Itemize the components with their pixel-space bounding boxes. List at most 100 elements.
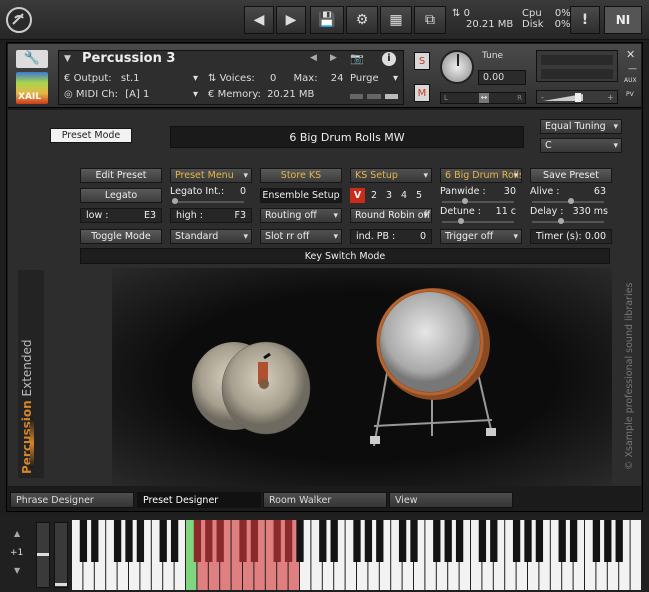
ks-setup-dropdown[interactable]: KS Setup [350, 168, 432, 183]
tune-value[interactable]: 0.00 [478, 70, 526, 85]
aux-button[interactable]: AUX [624, 77, 637, 84]
voice-5-button[interactable]: 5 [413, 190, 425, 201]
tune-knob[interactable] [440, 50, 474, 84]
pan-slider[interactable]: L ↔ R [440, 92, 526, 104]
black-key[interactable] [353, 520, 361, 562]
pitch-wheel[interactable] [36, 522, 50, 588]
purge-dropdown[interactable]: Purge ▾ [350, 73, 398, 84]
black-key[interactable] [330, 520, 338, 562]
pan-handle[interactable]: ↔ [479, 93, 489, 103]
black-key[interactable] [478, 520, 487, 562]
octave-down-icon[interactable]: ▼ [14, 566, 20, 575]
black-key[interactable] [615, 520, 623, 562]
round-robin-dropdown[interactable]: Round Robin off [350, 208, 432, 223]
black-key[interactable] [273, 520, 281, 562]
routing-dropdown[interactable]: Routing off [260, 208, 342, 223]
black-key[interactable] [592, 520, 601, 562]
black-key[interactable] [91, 520, 99, 562]
save-preset-button[interactable]: Save Preset [530, 168, 612, 183]
edit-preset-button[interactable]: Edit Preset [80, 168, 162, 183]
black-key[interactable] [535, 520, 544, 562]
midi-row[interactable]: ◎ MIDI Ch: [A] 1 ▾ [64, 89, 198, 100]
collapse-icon[interactable]: ▼ [64, 54, 71, 64]
standard-dropdown[interactable]: Standard [170, 229, 252, 244]
gear-icon[interactable]: ⚙ [346, 6, 378, 34]
max-value[interactable]: 24 [331, 73, 344, 84]
camera-icon[interactable]: 📷 [350, 52, 364, 65]
volume-slider[interactable]: - + [536, 90, 618, 104]
minimize-view-icon[interactable]: ⧉ [414, 6, 446, 34]
instrument-name[interactable]: Percussion 3 [82, 51, 175, 66]
voice-4-button[interactable]: 4 [398, 190, 410, 201]
prev-instrument-button[interactable]: ◀ [244, 6, 274, 34]
mod-wheel[interactable] [54, 522, 68, 588]
tab-view[interactable]: View [389, 492, 513, 508]
preset-mode-button[interactable]: Preset Mode [50, 128, 132, 143]
black-key[interactable] [136, 520, 145, 562]
high-key-field[interactable]: high : F3 [170, 208, 252, 223]
slot-rr-dropdown[interactable]: Slot rr off [260, 229, 342, 244]
layout-icon[interactable]: ▦ [380, 6, 412, 34]
legato-intensity-slider[interactable]: Legato Int.: 0 [170, 186, 252, 204]
black-key[interactable] [170, 520, 179, 562]
black-key[interactable] [113, 520, 122, 562]
black-key[interactable] [433, 520, 441, 562]
ensemble-setup-button[interactable]: Ensemble Setup [260, 188, 342, 203]
store-ks-button[interactable]: Store KS [260, 168, 342, 183]
black-key[interactable] [604, 520, 612, 562]
close-icon[interactable]: ✕ [626, 48, 635, 61]
solo-button[interactable]: S [414, 52, 430, 70]
next-instrument-button[interactable]: ▶ [276, 6, 306, 34]
black-key[interactable] [512, 520, 521, 562]
black-key[interactable] [490, 520, 498, 562]
black-key[interactable] [79, 520, 88, 562]
black-key[interactable] [159, 520, 167, 562]
trigger-dropdown[interactable]: Trigger off [440, 229, 522, 244]
low-key-field[interactable]: low : E3 [80, 208, 162, 223]
piano-keyboard[interactable] [72, 520, 642, 590]
key-dropdown[interactable]: C [540, 138, 622, 153]
black-key[interactable] [193, 520, 202, 562]
pv-button[interactable]: PV [626, 91, 634, 98]
white-key[interactable] [630, 520, 641, 590]
output-row[interactable]: € Output: st.1 ▾ [64, 73, 198, 84]
black-key[interactable] [558, 520, 566, 562]
black-key[interactable] [125, 520, 133, 562]
tab-phrase-designer[interactable]: Phrase Designer [10, 492, 134, 508]
next-arrow-icon[interactable]: ▶ [330, 53, 337, 63]
black-key[interactable] [455, 520, 464, 562]
octave-up-icon[interactable]: ▲ [14, 529, 20, 538]
black-key[interactable] [205, 520, 213, 562]
wrench-icon[interactable]: 🔧 [16, 50, 48, 68]
collapse-instrument-icon[interactable]: — [628, 64, 637, 74]
delay-slider[interactable]: Delay : 330 ms [530, 206, 612, 224]
legato-button[interactable]: Legato [80, 188, 162, 203]
black-key[interactable] [410, 520, 418, 562]
black-key[interactable] [444, 520, 452, 562]
prev-arrow-icon[interactable]: ◀ [310, 53, 317, 63]
black-key[interactable] [216, 520, 224, 562]
kontakt-logo-icon[interactable] [6, 7, 32, 33]
preset-menu-dropdown[interactable]: Preset Menu [170, 168, 252, 183]
tuning-dropdown[interactable]: Equal Tuning [540, 119, 622, 134]
ind-pb-field[interactable]: ind. PB : 0 [350, 229, 432, 244]
tab-room-walker[interactable]: Room Walker [263, 492, 387, 508]
black-key[interactable] [524, 520, 532, 562]
timer-field[interactable]: Timer (s): 0.00 [530, 229, 612, 244]
alert-button[interactable]: ! [570, 6, 600, 34]
panwide-slider[interactable]: Panwide : 30 [440, 186, 522, 204]
voice-3-button[interactable]: 3 [383, 190, 395, 201]
save-icon[interactable]: 💾 [310, 6, 344, 34]
black-key[interactable] [239, 520, 247, 562]
detune-slider[interactable]: Detune : 11 c [440, 206, 522, 224]
articulation-dropdown[interactable]: 6 Big Drum Rolls MW [440, 168, 522, 183]
black-key[interactable] [296, 520, 304, 562]
black-key[interactable] [364, 520, 373, 562]
alive-slider[interactable]: Alive : 63 [530, 186, 612, 204]
voice-v-button[interactable]: V [350, 188, 365, 203]
toggle-mode-button[interactable]: Toggle Mode [80, 229, 162, 244]
tab-preset-designer[interactable]: Preset Designer [137, 492, 261, 508]
black-key[interactable] [398, 520, 407, 562]
black-key[interactable] [319, 520, 327, 562]
black-key[interactable] [376, 520, 384, 562]
